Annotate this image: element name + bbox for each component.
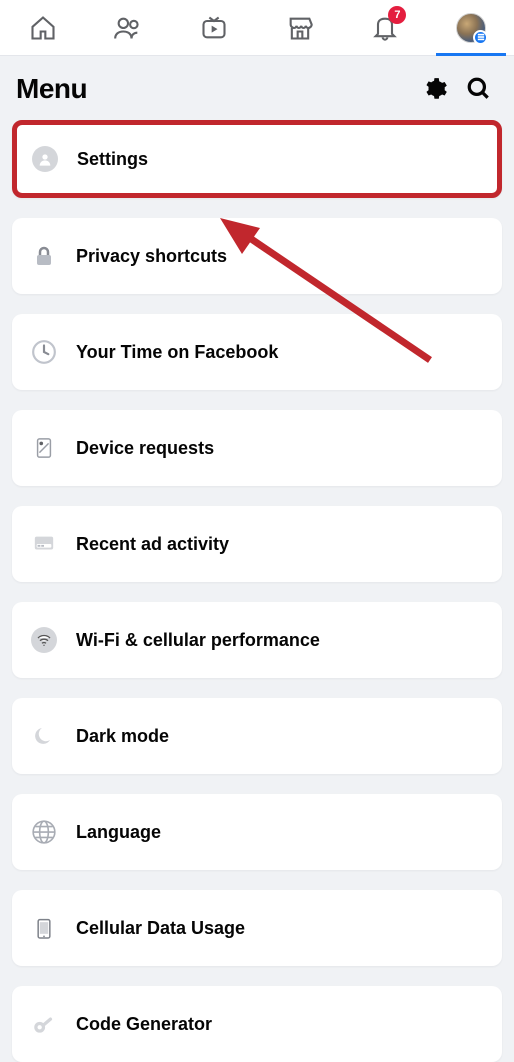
menu-badge-icon (473, 30, 488, 45)
menu-item-label: Settings (77, 149, 148, 170)
top-navbar: 7 (0, 0, 514, 56)
menu-item-label: Language (76, 822, 161, 843)
ad-icon (30, 530, 58, 558)
friends-icon (114, 14, 142, 42)
phone-icon (30, 914, 58, 942)
menu-item-cellular-data[interactable]: Cellular Data Usage (12, 890, 502, 966)
menu-item-code-generator[interactable]: Code Generator (12, 986, 502, 1062)
menu-item-device-requests[interactable]: Device requests (12, 410, 502, 486)
lock-icon (30, 242, 58, 270)
avatar (456, 13, 486, 43)
watch-icon (200, 14, 228, 42)
menu-list: Settings Privacy shortcuts Your Time on … (0, 120, 514, 1062)
menu-item-recent-ad-activity[interactable]: Recent ad activity (12, 506, 502, 582)
notification-badge: 7 (388, 6, 406, 24)
menu-item-language[interactable]: Language (12, 794, 502, 870)
active-tab-indicator (436, 53, 506, 56)
search-icon (466, 76, 492, 102)
menu-item-label: Privacy shortcuts (76, 246, 227, 267)
globe-icon (30, 818, 58, 846)
nav-profile[interactable] (436, 0, 506, 56)
nav-notifications[interactable]: 7 (350, 0, 420, 56)
menu-item-dark-mode[interactable]: Dark mode (12, 698, 502, 774)
menu-item-settings[interactable]: Settings (12, 120, 502, 198)
moon-icon (30, 722, 58, 750)
device-request-icon (30, 434, 58, 462)
search-button[interactable] (460, 70, 498, 108)
person-circle-icon (31, 145, 59, 173)
wifi-icon (30, 626, 58, 654)
menu-item-wifi-cellular[interactable]: Wi-Fi & cellular performance (12, 602, 502, 678)
clock-icon (30, 338, 58, 366)
menu-item-label: Code Generator (76, 1014, 212, 1035)
menu-item-label: Recent ad activity (76, 534, 229, 555)
menu-item-your-time[interactable]: Your Time on Facebook (12, 314, 502, 390)
nav-home[interactable] (8, 0, 78, 56)
marketplace-icon (286, 14, 314, 42)
menu-item-label: Dark mode (76, 726, 169, 747)
page-title: Menu (16, 73, 410, 105)
nav-friends[interactable] (93, 0, 163, 56)
key-icon (30, 1010, 58, 1038)
settings-gear-button[interactable] (416, 70, 454, 108)
menu-item-label: Wi-Fi & cellular performance (76, 630, 320, 651)
gear-icon (422, 76, 448, 102)
menu-item-label: Cellular Data Usage (76, 918, 245, 939)
menu-header: Menu (0, 56, 514, 120)
nav-watch[interactable] (179, 0, 249, 56)
menu-item-privacy-shortcuts[interactable]: Privacy shortcuts (12, 218, 502, 294)
nav-marketplace[interactable] (265, 0, 335, 56)
menu-item-label: Your Time on Facebook (76, 342, 278, 363)
home-icon (29, 14, 57, 42)
menu-item-label: Device requests (76, 438, 214, 459)
